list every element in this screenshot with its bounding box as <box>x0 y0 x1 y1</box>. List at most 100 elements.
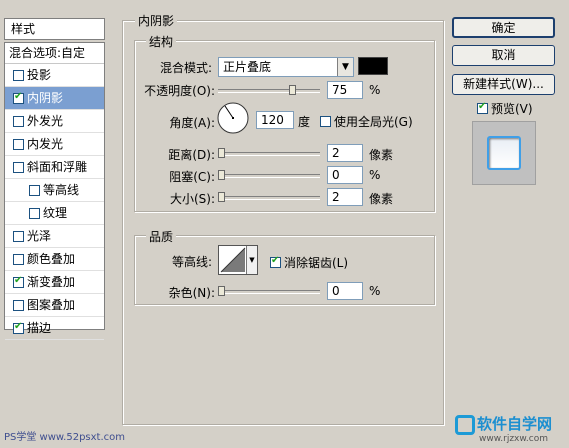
quality-title: 品质 <box>146 228 177 245</box>
style-item[interactable]: 描边 <box>5 317 104 340</box>
style-item[interactable]: 渐变叠加 <box>5 271 104 294</box>
style-item-label: 渐变叠加 <box>27 275 76 289</box>
opacity-unit: % <box>369 83 381 97</box>
new-style-button[interactable]: 新建样式(W)... <box>452 74 555 95</box>
choke-label: 阻塞(C): <box>169 170 215 184</box>
watermark-logo-icon <box>455 415 475 435</box>
style-item[interactable]: 纹理 <box>5 202 104 225</box>
shadow-color-swatch[interactable] <box>358 57 388 75</box>
watermark-right-logo: 软件自学网 www.rjzxw.com <box>455 413 567 447</box>
style-item-label: 图案叠加 <box>27 298 76 312</box>
style-item-label: 内发光 <box>27 137 64 151</box>
choke-slider[interactable] <box>218 174 320 178</box>
style-item-checkbox[interactable] <box>13 299 24 311</box>
dropdown-arrow-icon[interactable]: ▼ <box>337 58 353 76</box>
noise-slider-thumb[interactable] <box>218 286 225 296</box>
blend-mode-value: 正片叠底 <box>223 60 272 74</box>
style-item-label: 外发光 <box>27 114 64 128</box>
angle-label: 角度(A): <box>169 116 215 130</box>
style-item[interactable]: 内阴影 <box>5 87 104 110</box>
ok-button[interactable]: 确定 <box>452 17 555 38</box>
anti-alias-checkbox-box[interactable] <box>270 254 281 268</box>
cancel-button[interactable]: 取消 <box>452 45 555 66</box>
blend-mode-label: 混合模式: <box>159 61 212 75</box>
contour-dropdown-arrow-icon[interactable]: ▼ <box>246 246 257 274</box>
size-label: 大小(S): <box>169 192 215 206</box>
style-item-label: 描边 <box>27 321 52 335</box>
opacity-slider[interactable] <box>218 89 320 93</box>
style-item-label: 纹理 <box>43 206 68 220</box>
style-item-label: 内阴影 <box>27 91 64 105</box>
noise-slider[interactable] <box>218 290 320 294</box>
contour-label: 等高线: <box>171 255 212 269</box>
style-item-checkbox[interactable] <box>13 90 24 104</box>
watermark-left: PS学堂 www.52psxt.com <box>4 432 126 443</box>
style-item-checkbox[interactable] <box>13 115 24 127</box>
global-light-checkbox[interactable]: 使用全局光(G) <box>320 113 413 130</box>
watermark-brand: 软件自学网 <box>477 415 553 433</box>
style-list: 混合选项:自定 投影内阴影外发光内发光斜面和浮雕等高线纹理光泽颜色叠加渐变叠加图… <box>4 42 105 340</box>
style-item-label: 光泽 <box>27 229 52 243</box>
style-item[interactable]: 投影 <box>5 64 104 87</box>
style-item-checkbox[interactable] <box>13 138 24 150</box>
noise-unit: % <box>369 284 381 298</box>
preview-checkbox-box[interactable] <box>477 100 488 114</box>
style-item-checkbox[interactable] <box>29 207 40 219</box>
contour-picker[interactable]: ▼ <box>218 245 258 275</box>
size-unit: 像素 <box>369 192 394 206</box>
structure-title: 结构 <box>146 33 177 50</box>
distance-slider-thumb[interactable] <box>218 148 225 158</box>
style-item-checkbox[interactable] <box>13 230 24 242</box>
choke-input[interactable]: 0 <box>327 166 363 184</box>
styles-header[interactable]: 样式 <box>4 18 105 40</box>
angle-input[interactable]: 120 <box>256 111 294 129</box>
style-item[interactable]: 斜面和浮雕 <box>5 156 104 179</box>
style-item-checkbox[interactable] <box>13 69 24 81</box>
distance-input[interactable]: 2 <box>327 144 363 162</box>
angle-dial-icon <box>217 102 249 134</box>
style-item[interactable]: 内发光 <box>5 133 104 156</box>
inner-shadow-title: 内阴影 <box>135 12 178 29</box>
style-item[interactable]: 图案叠加 <box>5 294 104 317</box>
noise-input[interactable]: 0 <box>327 282 363 300</box>
style-item[interactable]: 外发光 <box>5 110 104 133</box>
choke-slider-thumb[interactable] <box>218 170 225 180</box>
angle-unit: 度 <box>298 115 311 129</box>
anti-alias-label: 消除锯齿(L) <box>284 256 349 270</box>
size-slider-thumb[interactable] <box>218 192 225 202</box>
opacity-input[interactable]: 75 <box>327 81 363 99</box>
style-item-checkbox[interactable] <box>13 320 24 334</box>
watermark-url: www.rjzxw.com <box>479 434 548 444</box>
distance-unit: 像素 <box>369 148 394 162</box>
style-item-label: 投影 <box>27 68 52 82</box>
choke-unit: % <box>369 168 381 182</box>
distance-slider[interactable] <box>218 152 320 156</box>
style-item-checkbox[interactable] <box>29 184 40 196</box>
blending-options-item[interactable]: 混合选项:自定 <box>5 43 104 64</box>
preview-checkbox[interactable]: 预览(V) <box>477 100 533 117</box>
anti-alias-checkbox[interactable]: 消除锯齿(L) <box>270 254 348 271</box>
style-item[interactable]: 等高线 <box>5 179 104 202</box>
contour-preview-icon <box>220 247 246 273</box>
style-preview <box>472 121 536 185</box>
opacity-slider-thumb[interactable] <box>289 85 296 95</box>
style-item[interactable]: 光泽 <box>5 225 104 248</box>
blend-mode-select[interactable]: 正片叠底 ▼ <box>218 57 354 77</box>
style-item-label: 颜色叠加 <box>27 252 76 266</box>
global-light-label: 使用全局光(G) <box>334 115 413 129</box>
style-item[interactable]: 颜色叠加 <box>5 248 104 271</box>
angle-dial[interactable] <box>217 102 249 134</box>
style-item-checkbox[interactable] <box>13 161 24 173</box>
style-preview-swatch <box>487 136 521 170</box>
style-item-label: 等高线 <box>43 183 80 197</box>
preview-label: 预览(V) <box>491 102 533 116</box>
size-slider[interactable] <box>218 196 320 200</box>
size-input[interactable]: 2 <box>327 188 363 206</box>
style-item-label: 斜面和浮雕 <box>27 160 88 174</box>
opacity-label: 不透明度(O): <box>144 84 215 98</box>
style-item-checkbox[interactable] <box>13 253 24 265</box>
distance-label: 距离(D): <box>168 148 215 162</box>
global-light-checkbox-box[interactable] <box>320 116 331 127</box>
noise-label: 杂色(N): <box>168 286 215 300</box>
style-item-checkbox[interactable] <box>13 274 24 288</box>
